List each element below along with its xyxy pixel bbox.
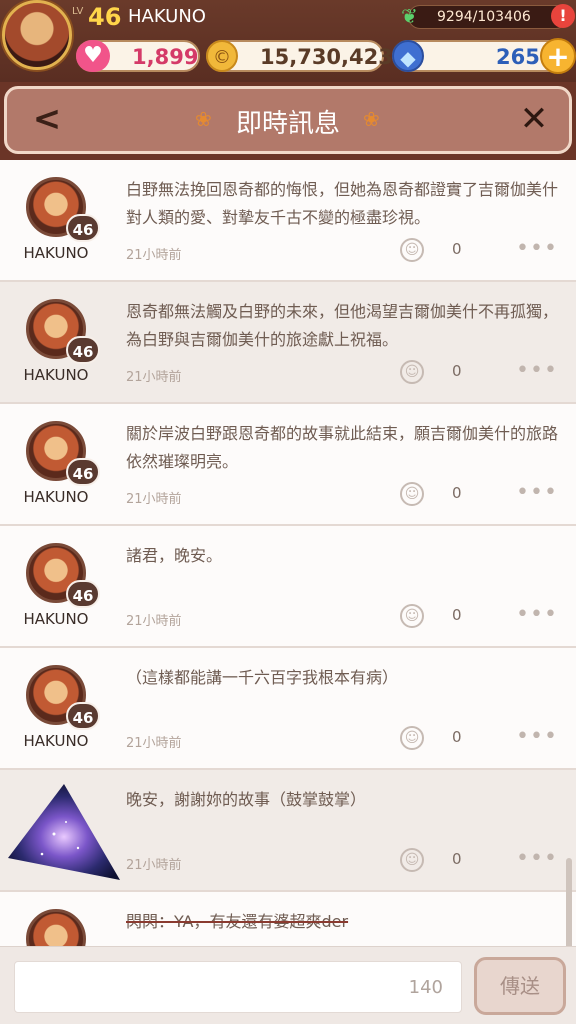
player-level: 46: [88, 3, 122, 31]
more-icon[interactable]: •••: [516, 358, 558, 383]
gem-counter: ◆ 265 +: [392, 38, 576, 74]
gem-value: 265: [496, 45, 540, 69]
compose-bar: 140 傳送: [0, 946, 576, 1024]
timestamp: 21小時前: [126, 858, 182, 873]
smile-icon[interactable]: ☺: [400, 360, 424, 384]
message-text: 白野無法挽回恩奇都的悔恨，但她為恩奇都證實了吉爾伽美什對人類的愛、對摯友千古不變…: [126, 180, 559, 227]
message-text: 晚安，謝謝妳的故事（鼓掌鼓掌）: [126, 790, 367, 809]
timestamp: 21小時前: [126, 370, 182, 385]
message-item: 46 HAKUNO （這樣都能講一千六百字我根本有病） 21小時前 ☺ 0 ••…: [0, 648, 576, 770]
heart-counter: ♥ 1,899: [76, 40, 200, 72]
author-name[interactable]: HAKUNO: [10, 366, 102, 384]
message-item: 46 HAKUNO 白野無法挽回恩奇都的悔恨，但她為恩奇都證實了吉爾伽美什對人類…: [0, 160, 576, 282]
alert-icon[interactable]: !: [551, 4, 575, 28]
close-button[interactable]: ✕: [511, 97, 557, 143]
timestamp: 21小時前: [126, 736, 182, 751]
author-name[interactable]: HAKUNO: [10, 244, 102, 262]
more-icon[interactable]: •••: [516, 846, 558, 871]
message-item: 46 HAKUNO 關於岸波白野跟恩奇都的故事就此結束，願吉爾伽美什的旅路依然璀…: [0, 404, 576, 526]
gem-icon: ◆: [392, 40, 424, 72]
smile-icon[interactable]: ☺: [400, 848, 424, 872]
message-item: 46 HAKUNO 恩奇都無法觸及白野的未來，但他渴望吉爾伽美什不再孤獨，為白野…: [0, 282, 576, 404]
like-count: 0: [452, 606, 462, 624]
level-badge: 46: [66, 580, 100, 608]
char-counter: 140: [408, 977, 443, 998]
coin-value: 15,730,423: [260, 45, 393, 69]
more-icon[interactable]: •••: [516, 724, 558, 749]
panel-header: < ❀ 即時訊息 ❀ ✕: [0, 82, 576, 160]
message-text: （這樣都能講一千六百字我根本有病）: [126, 668, 399, 687]
smile-icon[interactable]: ☺: [400, 238, 424, 262]
more-icon[interactable]: •••: [516, 602, 558, 627]
message-item: 46 HAKUNO 諸君，晚安。 21小時前 ☺ 0 •••: [0, 526, 576, 648]
smile-icon[interactable]: ☺: [400, 726, 424, 750]
message-item: 晚安，謝謝妳的故事（鼓掌鼓掌） 21小時前 ☺ 0 •••: [0, 770, 576, 892]
message-input[interactable]: 140: [14, 961, 462, 1013]
like-count: 0: [452, 850, 462, 868]
author-name[interactable]: HAKUNO: [10, 488, 102, 506]
energy-counter: ❦ 9294/103406 !: [401, 4, 575, 29]
timestamp: 21小時前: [126, 248, 182, 263]
smile-icon[interactable]: ☺: [400, 482, 424, 506]
coin-icon: ©: [206, 40, 238, 72]
header-frame: < ❀ 即時訊息 ❀ ✕: [4, 86, 572, 154]
player-name: HAKUNO: [128, 6, 206, 27]
level-label: LV: [72, 6, 84, 17]
level-badge: 46: [66, 702, 100, 730]
like-count: 0: [452, 484, 462, 502]
more-icon[interactable]: •••: [516, 480, 558, 505]
level-badge: 46: [66, 336, 100, 364]
message-item: 閃閃：YA，有友還有婆超爽der: [0, 892, 576, 946]
like-count: 0: [452, 362, 462, 380]
avatar[interactable]: [6, 782, 122, 882]
level-badge: 46: [66, 214, 100, 242]
leaf-icon: ❦: [401, 4, 418, 28]
coin-counter: © 15,730,423: [206, 40, 393, 72]
author-name[interactable]: HAKUNO: [10, 732, 102, 750]
message-text: 諸君，晚安。: [126, 546, 223, 565]
like-count: 0: [452, 728, 462, 746]
scrollbar[interactable]: [566, 858, 572, 946]
more-icon[interactable]: •••: [516, 236, 558, 261]
timestamp: 21小時前: [126, 614, 182, 629]
send-button[interactable]: 傳送: [474, 957, 566, 1015]
ornament-right-icon: ❀: [363, 107, 380, 131]
heart-value: 1,899: [132, 45, 199, 69]
energy-value: 9294/103406: [437, 9, 531, 25]
player-avatar[interactable]: [2, 0, 72, 70]
page-title: 即時訊息: [235, 109, 340, 139]
timestamp: 21小時前: [126, 492, 182, 507]
like-count: 0: [452, 240, 462, 258]
avatar[interactable]: [26, 909, 86, 946]
add-gems-button[interactable]: +: [540, 38, 576, 74]
heart-icon: ♥: [76, 40, 110, 72]
message-text: 恩奇都無法觸及白野的未來，但他渴望吉爾伽美什不再孤獨，為白野與吉爾伽美什的旅途獻…: [126, 302, 559, 349]
top-status-bar: LV 46 HAKUNO ❦ 9294/103406 ! ♥ 1,899 © 1…: [0, 0, 576, 82]
message-feed[interactable]: 46 HAKUNO 白野無法挽回恩奇都的悔恨，但她為恩奇都證實了吉爾伽美什對人類…: [0, 160, 576, 946]
message-text: 閃閃：YA，有友還有婆超爽der: [126, 912, 349, 931]
level-badge: 46: [66, 458, 100, 486]
author-name[interactable]: HAKUNO: [10, 610, 102, 628]
smile-icon[interactable]: ☺: [400, 604, 424, 628]
message-text: 關於岸波白野跟恩奇都的故事就此結束，願吉爾伽美什的旅路依然璀璨明亮。: [126, 424, 559, 471]
